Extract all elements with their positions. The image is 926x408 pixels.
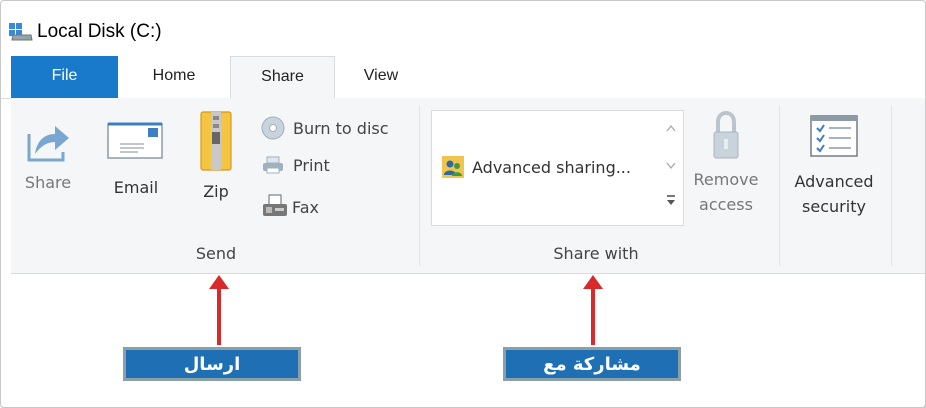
group-separator: [891, 106, 892, 266]
share-button-label: Share: [24, 173, 72, 192]
window-title: Local Disk (C:): [37, 21, 162, 42]
zip-folder-icon: [200, 111, 232, 171]
share-button[interactable]: Share: [23, 114, 73, 192]
security-checklist-icon: [810, 115, 858, 157]
send-annotation-arrow-icon: [209, 275, 229, 345]
send-group-label: Send: [195, 244, 237, 263]
share-with-gallery: Advanced sharing...: [431, 110, 684, 226]
email-button[interactable]: Email: [105, 120, 167, 197]
share-with-caption: مشاركة مع: [503, 347, 681, 381]
chevron-up-icon[interactable]: [666, 124, 676, 132]
tab-share[interactable]: Share: [230, 56, 335, 100]
print-label: Print: [293, 155, 330, 175]
advanced-security-label-line1: Advanced: [794, 172, 874, 191]
ribbon-share: Share Email Zip Burn to disc Print Fax S…: [11, 98, 925, 274]
chevron-down-icon[interactable]: [666, 162, 676, 170]
tab-file[interactable]: File: [11, 56, 118, 98]
explorer-window: Local Disk (C:) File Home Share View Sha…: [0, 0, 926, 408]
advanced-sharing-button[interactable]: Advanced sharing...: [442, 156, 631, 178]
share-with-annotation-arrow-icon: [583, 275, 603, 345]
group-separator: [779, 106, 780, 266]
email-button-label: Email: [113, 178, 159, 197]
remove-access-button[interactable]: Remove access: [686, 108, 766, 214]
fax-label: Fax: [292, 197, 320, 217]
ribbon-tabs: File Home Share View: [1, 56, 925, 100]
group-separator: [419, 106, 420, 266]
email-icon: [107, 122, 163, 159]
remove-access-label-line1: Remove: [693, 170, 759, 189]
lock-icon: [713, 111, 739, 159]
gallery-scroller[interactable]: [659, 110, 683, 224]
tab-view[interactable]: View: [346, 56, 416, 98]
share-with-group-label: Share with: [553, 244, 639, 263]
print-button[interactable]: Print: [261, 155, 330, 175]
advanced-security-label-line2: security: [802, 197, 866, 216]
advanced-sharing-label: Advanced sharing...: [472, 157, 631, 177]
share-arrow-icon: [27, 126, 69, 162]
remove-access-label-line2: access: [699, 195, 753, 214]
zip-button[interactable]: Zip: [191, 110, 241, 201]
fax-icon: [263, 194, 287, 216]
burn-to-disc-button[interactable]: Burn to disc: [261, 116, 389, 140]
tab-home[interactable]: Home: [139, 56, 209, 98]
send-caption: ارسال: [123, 347, 301, 381]
gallery-more-icon[interactable]: [665, 194, 677, 208]
printer-icon: [263, 156, 283, 174]
title-bar: Local Disk (C:): [1, 1, 925, 56]
users-icon: [442, 156, 464, 178]
advanced-security-button[interactable]: Advanced security: [784, 114, 884, 216]
disc-icon: [261, 116, 285, 140]
fax-button[interactable]: Fax: [261, 194, 319, 220]
drive-icon: [9, 23, 33, 41]
zip-button-label: Zip: [203, 182, 229, 201]
burn-to-disc-label: Burn to disc: [293, 118, 389, 138]
